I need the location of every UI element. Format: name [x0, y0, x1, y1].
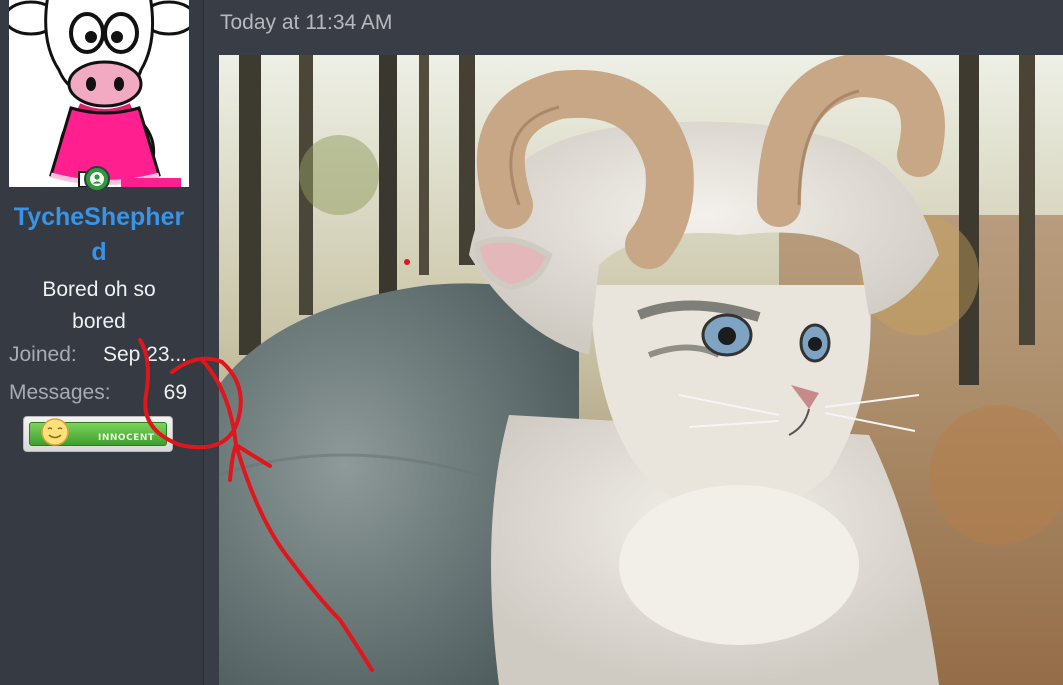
- cow-avatar-icon: [9, 0, 189, 187]
- messages-label: Messages:: [9, 381, 111, 404]
- online-person-icon: [90, 172, 104, 186]
- forum-post: TycheShepherd Bored oh so bored Joined: …: [0, 0, 1063, 685]
- messages-row: Messages: 69: [9, 378, 189, 408]
- user-title: Bored oh so bored: [42, 278, 156, 333]
- user-sidebar: TycheShepherd Bored oh so bored Joined: …: [0, 0, 204, 685]
- cat-sheep-costume-photo: [219, 55, 1063, 685]
- online-status-icon: [84, 166, 110, 192]
- post-image[interactable]: [219, 55, 1063, 685]
- joined-row: Joined: Sep 23...: [9, 340, 189, 370]
- post-timestamp[interactable]: Today at 11:34 AM: [220, 8, 392, 38]
- badge-label: INNOCENT: [98, 433, 155, 443]
- user-avatar[interactable]: [9, 0, 189, 187]
- messages-count[interactable]: 69: [164, 378, 187, 408]
- username-link[interactable]: TycheShepherd: [8, 200, 190, 270]
- user-badge: INNOCENT: [23, 416, 173, 452]
- post-content: Today at 11:34 AM: [204, 0, 1063, 685]
- joined-label: Joined:: [9, 343, 77, 366]
- joined-value: Sep 23...: [102, 343, 187, 366]
- smiley-face-icon: [41, 418, 69, 446]
